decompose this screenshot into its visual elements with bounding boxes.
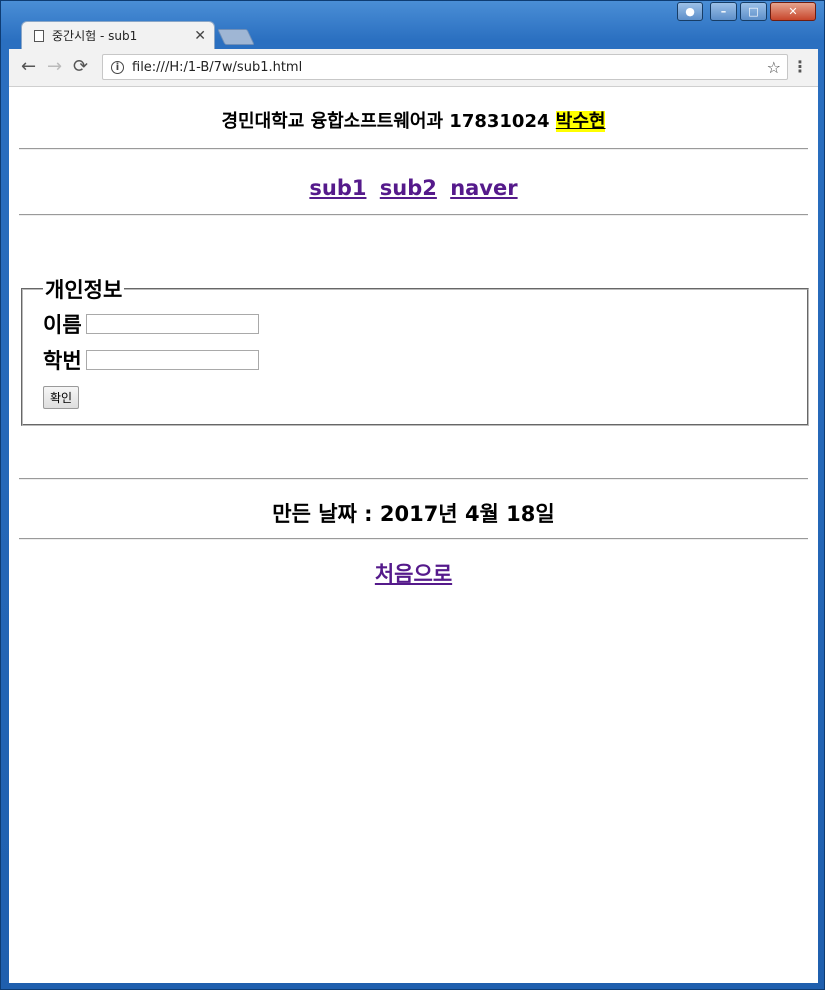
fieldset-legend: 개인정보 [45, 278, 123, 302]
name-label: 이름 [43, 313, 82, 337]
header-name: 박수현 [555, 111, 606, 132]
menu-icon[interactable]: ⋮ [792, 57, 808, 77]
divider [19, 538, 808, 540]
nav-link-sub1[interactable]: sub1 [309, 176, 366, 200]
browser-toolbar: ← → ⟳ i file:///H:/1-B/7w/sub1.html ☆ ⋮ [9, 49, 818, 87]
bookmark-star-icon[interactable]: ☆ [767, 58, 781, 77]
nav-links: sub1 sub2 naver [19, 176, 808, 204]
back-icon[interactable]: ← [21, 56, 36, 78]
divider [19, 214, 808, 216]
divider [19, 478, 808, 480]
tab-title: 중간시험 - sub1 [52, 29, 138, 43]
nav-link-sub2[interactable]: sub2 [380, 176, 437, 200]
divider [19, 148, 808, 150]
forward-icon[interactable]: → [47, 56, 62, 78]
document-icon [34, 29, 44, 42]
tab-strip: 중간시험 - sub1 ✕ [9, 19, 819, 49]
name-row: 이름 [43, 306, 787, 342]
confirm-button[interactable]: 확인 [43, 386, 80, 409]
tab-close-icon[interactable]: ✕ [194, 28, 206, 44]
reload-icon[interactable]: ⟳ [73, 56, 88, 78]
new-tab-icon[interactable] [217, 29, 255, 45]
url-text[interactable]: file:///H:/1-B/7w/sub1.html [132, 60, 767, 75]
browser-window: ● – □ ✕ 중간시험 - sub1 ✕ ← → ⟳ i file:///H:… [0, 0, 825, 990]
home-link[interactable]: 처음으로 [375, 562, 452, 586]
nav-link-naver[interactable]: naver [450, 176, 517, 200]
home-link-wrapper: 처음으로 [19, 558, 808, 588]
address-bar[interactable]: i file:///H:/1-B/7w/sub1.html ☆ [102, 54, 788, 80]
created-date: 만든 날짜 : 2017년 4월 18일 [272, 502, 555, 526]
tab-sub1[interactable]: 중간시험 - sub1 ✕ [21, 21, 215, 49]
header-text: 경민대학교 융합소프트웨어과 17831024 [221, 111, 550, 132]
id-row: 학번 [43, 342, 787, 378]
page-viewport: 경민대학교 융합소프트웨어과 17831024 박수현 sub1 sub2 na… [9, 87, 818, 983]
student-id-label: 학번 [43, 349, 82, 373]
page-header: 경민대학교 융합소프트웨어과 17831024 박수현 [19, 107, 808, 132]
name-input[interactable] [85, 314, 259, 334]
student-id-input[interactable] [85, 350, 259, 370]
info-icon[interactable]: i [111, 60, 124, 74]
personal-info-fieldset: 개인정보 이름 학번 확인 [21, 274, 809, 426]
